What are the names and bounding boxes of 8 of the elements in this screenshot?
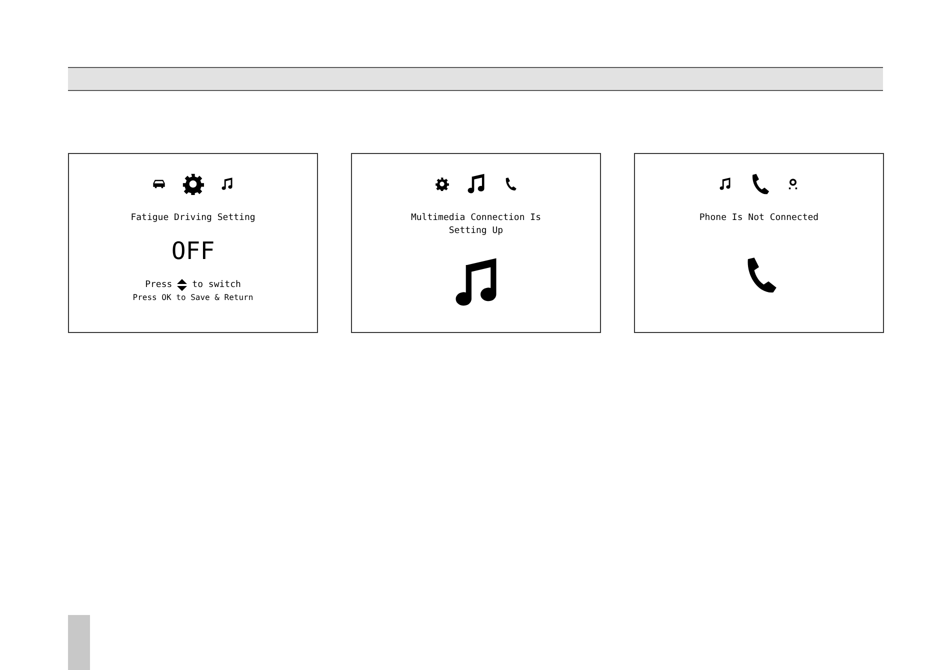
hint-text: to switch <box>192 280 241 290</box>
up-down-arrow-icon <box>177 279 188 291</box>
screen-message: Fatigue Driving Setting <box>130 212 256 225</box>
setting-value: OFF <box>171 237 215 265</box>
hint-text: Press <box>145 280 172 290</box>
screen-message: Multimedia Connection Is Setting Up <box>410 212 542 238</box>
screen-message: Phone Is Not Connected <box>699 212 819 225</box>
hint-text: Press OK to Save & Return <box>132 293 254 302</box>
